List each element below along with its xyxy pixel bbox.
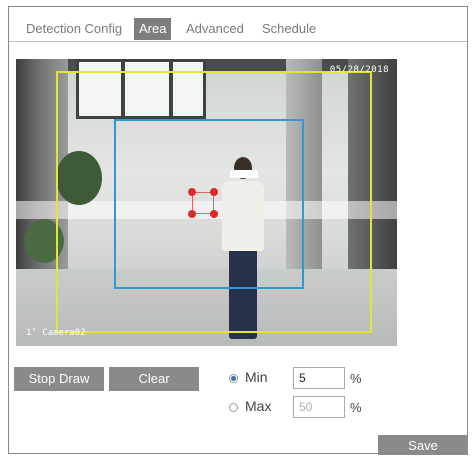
- max-value-input[interactable]: 50: [293, 396, 345, 418]
- tab-area[interactable]: Area: [134, 18, 172, 40]
- resize-handle[interactable]: [188, 210, 196, 218]
- min-radio[interactable]: [229, 374, 238, 383]
- max-radio[interactable]: [229, 403, 238, 412]
- tab-detection-config[interactable]: Detection Config: [21, 18, 127, 40]
- resize-handle[interactable]: [210, 210, 218, 218]
- resize-handle[interactable]: [188, 188, 196, 196]
- camera-name-text: Camera02: [42, 328, 86, 338]
- camera-label-icon: 1⁷: [26, 328, 43, 338]
- tab-advanced[interactable]: Advanced: [181, 18, 249, 40]
- motion-detection-panel: Detection Config Area Advanced Schedule …: [8, 6, 468, 455]
- tab-schedule[interactable]: Schedule: [257, 18, 321, 40]
- camera-preview[interactable]: 05/28/2018 1⁷ Camera02: [16, 59, 397, 346]
- resize-handle[interactable]: [210, 188, 218, 196]
- stop-draw-button[interactable]: Stop Draw: [14, 367, 104, 391]
- min-value-input[interactable]: 5: [293, 367, 345, 389]
- max-label: Max: [245, 398, 272, 414]
- max-unit: %: [350, 400, 362, 415]
- save-button[interactable]: Save: [378, 435, 468, 455]
- clear-button[interactable]: Clear: [109, 367, 199, 391]
- min-label: Min: [245, 369, 268, 385]
- min-unit: %: [350, 371, 362, 386]
- tab-bar: Detection Config Area Advanced Schedule: [9, 7, 467, 42]
- osd-timestamp: 05/28/2018: [329, 65, 389, 75]
- osd-camera-name: 1⁷ Camera02: [26, 328, 86, 338]
